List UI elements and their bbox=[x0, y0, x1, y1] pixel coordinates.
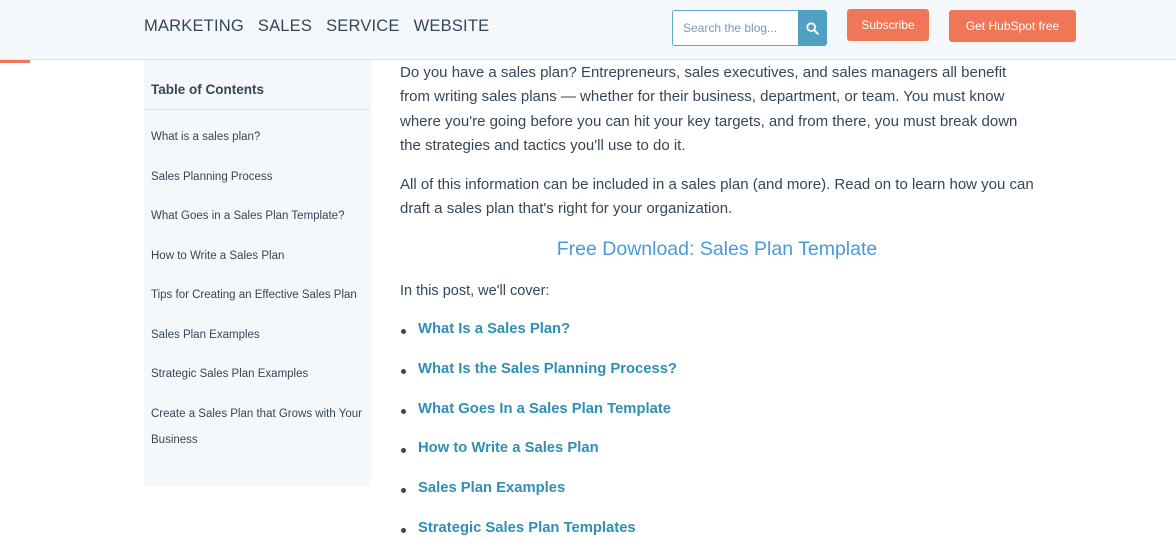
article-link-how-to-write[interactable]: How to Write a Sales Plan bbox=[418, 440, 599, 456]
article-intro: In this post, we'll cover: bbox=[400, 283, 550, 299]
toc-item-what-is-sales-plan[interactable]: What is a sales plan? bbox=[151, 124, 363, 150]
toc-divider bbox=[144, 109, 371, 110]
main-nav: MARKETING SALES SERVICE WEBSITE bbox=[144, 17, 489, 36]
toc-item-how-to-write[interactable]: How to Write a Sales Plan bbox=[151, 243, 363, 269]
bullet-icon bbox=[401, 329, 406, 334]
bullet-icon bbox=[401, 368, 406, 374]
list-item: Sales Plan Examples bbox=[400, 480, 677, 520]
article-link-what-is[interactable]: What Is a Sales Plan? bbox=[418, 321, 570, 337]
article-link-process[interactable]: What Is the Sales Planning Process? bbox=[418, 361, 677, 377]
nav-website[interactable]: WEBSITE bbox=[414, 17, 490, 36]
toc-title: Table of Contents bbox=[151, 82, 264, 97]
table-of-contents: Table of Contents What is a sales plan? … bbox=[144, 60, 371, 486]
bullet-icon bbox=[401, 408, 406, 414]
list-item: What Goes In a Sales Plan Template bbox=[400, 401, 677, 441]
list-item: How to Write a Sales Plan bbox=[400, 440, 677, 480]
site-header: MARKETING SALES SERVICE WEBSITE Subscrib… bbox=[0, 0, 1176, 60]
nav-marketing[interactable]: MARKETING bbox=[144, 17, 244, 36]
bullet-icon bbox=[401, 527, 406, 533]
toc-item-tips[interactable]: Tips for Creating an Effective Sales Pla… bbox=[151, 282, 363, 308]
blog-search bbox=[672, 10, 827, 46]
bullet-icon bbox=[401, 488, 406, 494]
search-button[interactable] bbox=[798, 10, 827, 46]
search-icon bbox=[806, 21, 819, 35]
get-hubspot-free-button[interactable]: Get HubSpot free bbox=[949, 10, 1076, 42]
list-item: Strategic Sales Plan Templates bbox=[400, 520, 677, 560]
article-paragraph-2: All of this information can be included … bbox=[400, 176, 1034, 218]
article-paragraph-1: Do you have a sales plan? Entrepreneurs,… bbox=[400, 64, 1018, 154]
toc-list: What is a sales plan? Sales Planning Pro… bbox=[151, 124, 363, 453]
free-download-cta-link[interactable]: Free Download: Sales Plan Template bbox=[400, 238, 1034, 261]
nav-sales[interactable]: SALES bbox=[258, 17, 312, 36]
article-link-list: What Is a Sales Plan? What Is the Sales … bbox=[400, 321, 677, 560]
toc-item-grow-business[interactable]: Create a Sales Plan that Grows with Your… bbox=[151, 401, 363, 453]
toc-item-plan-template[interactable]: What Goes in a Sales Plan Template? bbox=[151, 203, 363, 229]
nav-service[interactable]: SERVICE bbox=[326, 17, 400, 36]
list-item: What Is the Sales Planning Process? bbox=[400, 361, 677, 401]
toc-item-examples[interactable]: Sales Plan Examples bbox=[151, 322, 363, 348]
toc-item-sales-planning-process[interactable]: Sales Planning Process bbox=[151, 164, 363, 190]
article-link-template[interactable]: What Goes In a Sales Plan Template bbox=[418, 401, 671, 417]
article-link-strategic-templates[interactable]: Strategic Sales Plan Templates bbox=[418, 520, 636, 536]
article-link-examples[interactable]: Sales Plan Examples bbox=[418, 480, 565, 496]
search-input[interactable] bbox=[672, 10, 798, 46]
accent-bar bbox=[0, 60, 30, 63]
list-item: What Is a Sales Plan? bbox=[400, 321, 677, 361]
subscribe-button[interactable]: Subscribe bbox=[847, 9, 929, 41]
toc-item-strategic-examples[interactable]: Strategic Sales Plan Examples bbox=[151, 361, 363, 387]
bullet-icon bbox=[401, 448, 406, 454]
